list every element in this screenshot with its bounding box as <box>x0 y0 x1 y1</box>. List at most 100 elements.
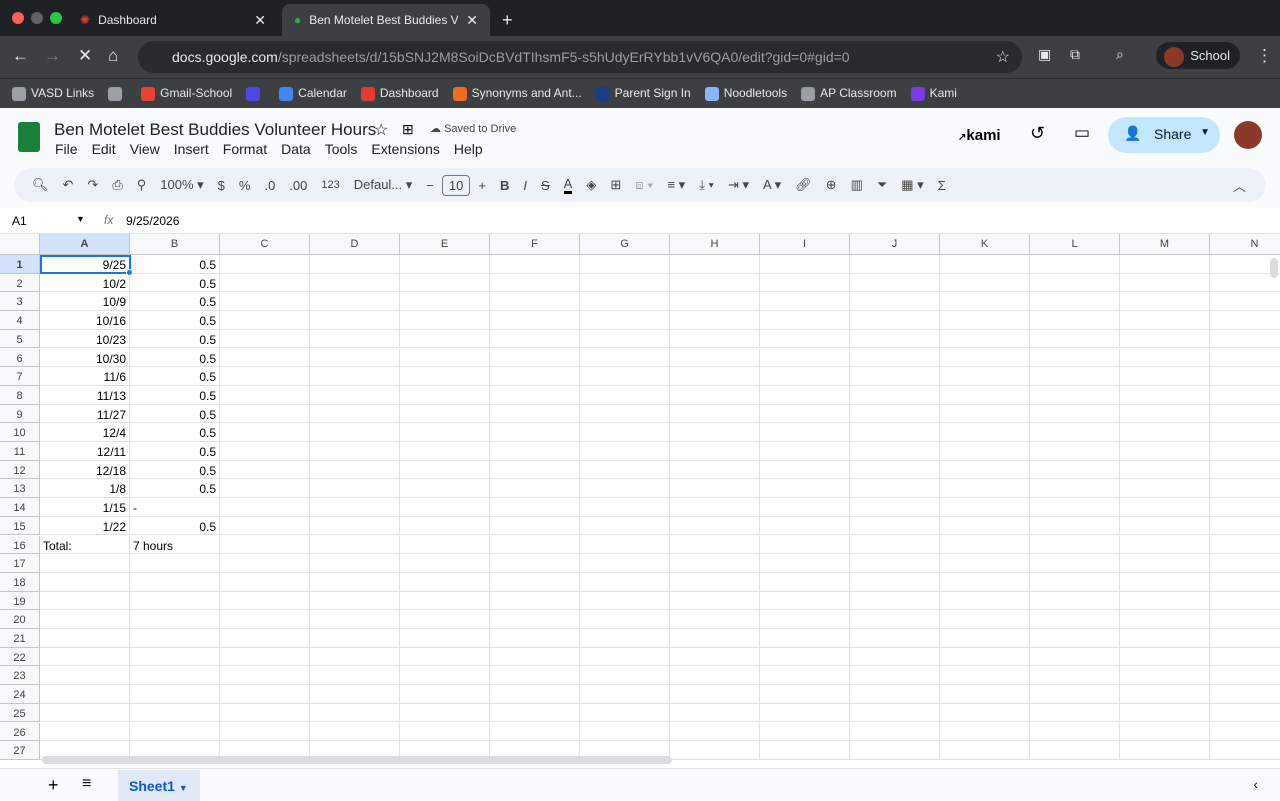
extension-icon[interactable]: ▣ <box>1038 46 1051 63</box>
increase-decimal-button[interactable]: .00 <box>289 178 307 193</box>
filter-icon[interactable]: ⏷ <box>877 177 887 193</box>
bookmark-item[interactable]: Noodletools <box>704 86 787 101</box>
cell-h7[interactable] <box>670 367 760 386</box>
cell-g16[interactable] <box>580 535 670 555</box>
cell-l17[interactable] <box>1030 554 1120 573</box>
cell-j20[interactable] <box>850 610 940 629</box>
cell-g24[interactable] <box>580 685 670 704</box>
cell-m14[interactable] <box>1120 498 1210 517</box>
cell-n22[interactable] <box>1210 648 1280 667</box>
cell-a8[interactable]: 11/13 <box>40 385 130 405</box>
column-header-n[interactable]: N <box>1210 234 1280 255</box>
cell-h10[interactable] <box>670 423 760 442</box>
row-header[interactable]: 12 <box>0 460 40 480</box>
cell-g22[interactable] <box>580 647 670 667</box>
cell-k11[interactable] <box>940 442 1030 461</box>
cell-b24[interactable] <box>130 685 220 704</box>
home-icon[interactable]: ⌂ <box>108 46 118 66</box>
cell-f3[interactable] <box>490 292 580 312</box>
cell-k26[interactable] <box>940 722 1030 742</box>
bookmark-item[interactable]: VASD Links <box>12 86 94 101</box>
row-header[interactable]: 15 <box>0 516 40 536</box>
row-header[interactable]: 23 <box>0 666 40 686</box>
cell-i1[interactable] <box>760 255 850 274</box>
column-header-j[interactable]: J <box>850 234 940 255</box>
bookmark-item[interactable]: Dashboard <box>360 86 439 101</box>
decrease-decimal-button[interactable]: .0 <box>264 178 275 193</box>
cell-i13[interactable] <box>760 479 850 499</box>
cell-m11[interactable] <box>1120 442 1210 461</box>
cell-m26[interactable] <box>1120 722 1210 742</box>
cell-c11[interactable] <box>220 442 310 461</box>
row-header[interactable]: 10 <box>0 423 40 442</box>
cell-e8[interactable] <box>400 385 490 405</box>
cell-a20[interactable] <box>40 610 130 629</box>
cell-g2[interactable] <box>580 273 670 293</box>
cell-n15[interactable] <box>1210 517 1280 536</box>
cell-f19[interactable] <box>490 591 580 611</box>
menu-data[interactable]: Data <box>281 141 311 157</box>
cell-d21[interactable] <box>310 629 400 648</box>
cell-e9[interactable] <box>400 404 490 424</box>
cell-e23[interactable] <box>400 666 490 686</box>
cell-e21[interactable] <box>400 629 490 648</box>
cell-l18[interactable] <box>1030 572 1120 592</box>
cell-n16[interactable] <box>1210 536 1280 555</box>
cell-d3[interactable] <box>310 292 400 312</box>
name-box-dropdown-icon[interactable]: ▼ <box>76 214 85 224</box>
functions-icon[interactable]: Σ <box>938 178 946 193</box>
cell-m4[interactable] <box>1120 311 1210 330</box>
cell-b6[interactable]: 0.5 <box>130 348 220 368</box>
row-header[interactable]: 22 <box>0 647 40 667</box>
cell-b17[interactable] <box>130 554 220 573</box>
cell-c13[interactable] <box>220 479 310 499</box>
cell-m12[interactable] <box>1120 460 1210 480</box>
cell-n11[interactable] <box>1210 442 1280 461</box>
cell-g8[interactable] <box>580 385 670 405</box>
document-title[interactable]: Ben Motelet Best Buddies Volunteer Hours <box>54 120 376 140</box>
cell-n21[interactable] <box>1210 629 1280 648</box>
cell-g5[interactable] <box>580 329 670 349</box>
cell-i15[interactable] <box>760 516 850 536</box>
cell-h23[interactable] <box>670 666 760 686</box>
cell-c12[interactable] <box>220 460 310 480</box>
borders-icon[interactable]: ⊞ <box>610 177 621 193</box>
cell-m8[interactable] <box>1120 385 1210 405</box>
cell-g17[interactable] <box>580 554 670 573</box>
cell-k25[interactable] <box>940 703 1030 723</box>
cell-a21[interactable] <box>40 629 130 648</box>
cell-i6[interactable] <box>760 348 850 368</box>
version-history-icon[interactable]: ↺ <box>1030 123 1045 144</box>
cell-a10[interactable]: 12/4 <box>40 423 130 442</box>
cell-d18[interactable] <box>310 572 400 592</box>
cell-d24[interactable] <box>310 685 400 704</box>
cell-e15[interactable] <box>400 516 490 536</box>
cell-m18[interactable] <box>1120 572 1210 592</box>
row-header[interactable]: 24 <box>0 685 40 704</box>
cell-f25[interactable] <box>490 703 580 723</box>
cell-c4[interactable] <box>220 311 310 330</box>
cell-b21[interactable] <box>130 629 220 648</box>
cell-j10[interactable] <box>850 423 940 442</box>
minimize-window-button[interactable] <box>31 12 43 24</box>
column-header-a[interactable]: A <box>40 234 130 255</box>
cell-n20[interactable] <box>1210 610 1280 629</box>
insert-link-icon[interactable]: 🔗︎ <box>795 177 812 193</box>
menu-file[interactable]: File <box>55 141 78 157</box>
cell-j25[interactable] <box>850 703 940 723</box>
cell-n25[interactable] <box>1210 704 1280 723</box>
italic-button[interactable]: I <box>523 178 527 193</box>
row-header[interactable]: 1 <box>0 255 40 274</box>
cell-g1[interactable] <box>580 255 670 274</box>
cell-d22[interactable] <box>310 647 400 667</box>
cell-i16[interactable] <box>760 535 850 555</box>
cell-f5[interactable] <box>490 329 580 349</box>
cell-l10[interactable] <box>1030 423 1120 442</box>
undo-icon[interactable]: ↶ <box>63 177 74 193</box>
cell-f22[interactable] <box>490 647 580 667</box>
paint-format-icon[interactable]: ⚲ <box>137 177 147 193</box>
menu-insert[interactable]: Insert <box>174 141 209 157</box>
star-icon[interactable]: ☆ <box>374 120 388 140</box>
row-header[interactable]: 3 <box>0 292 40 312</box>
cell-l22[interactable] <box>1030 647 1120 667</box>
